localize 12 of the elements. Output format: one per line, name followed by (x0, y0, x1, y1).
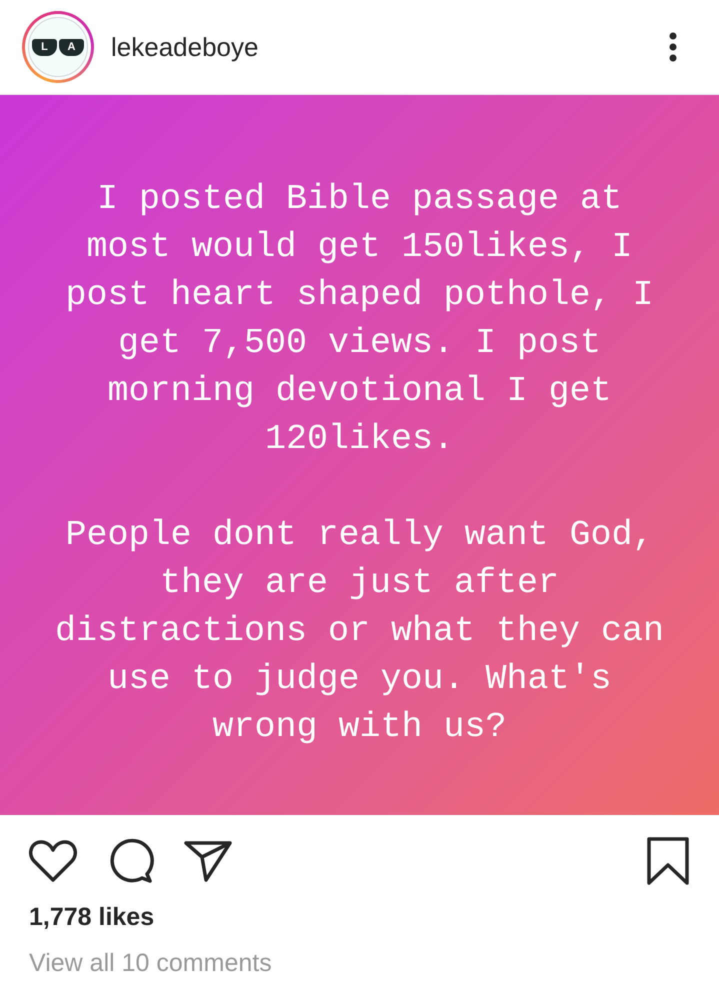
more-options-icon[interactable] (669, 32, 677, 62)
comment-icon[interactable] (108, 838, 154, 884)
heart-icon[interactable] (28, 839, 78, 883)
bookmark-icon[interactable] (647, 837, 689, 885)
username[interactable]: lekeadeboye (111, 28, 258, 66)
avatar-letter: A (59, 38, 84, 56)
post-text: People dont really want God, they are just after distractions or what they can use to judge you. What's wrong with us? (54, 514, 664, 749)
avatar[interactable]: L A (22, 11, 94, 83)
post-text: I posted Bible passage at most would get 150likes, I post heart shaped pothole, I get 7,500 views. I post morning devotional I get 120likes. (65, 178, 654, 461)
likes-count[interactable]: 1,778 likes (29, 899, 154, 936)
avatar-letter: L (32, 38, 57, 56)
send-icon[interactable] (184, 840, 232, 882)
